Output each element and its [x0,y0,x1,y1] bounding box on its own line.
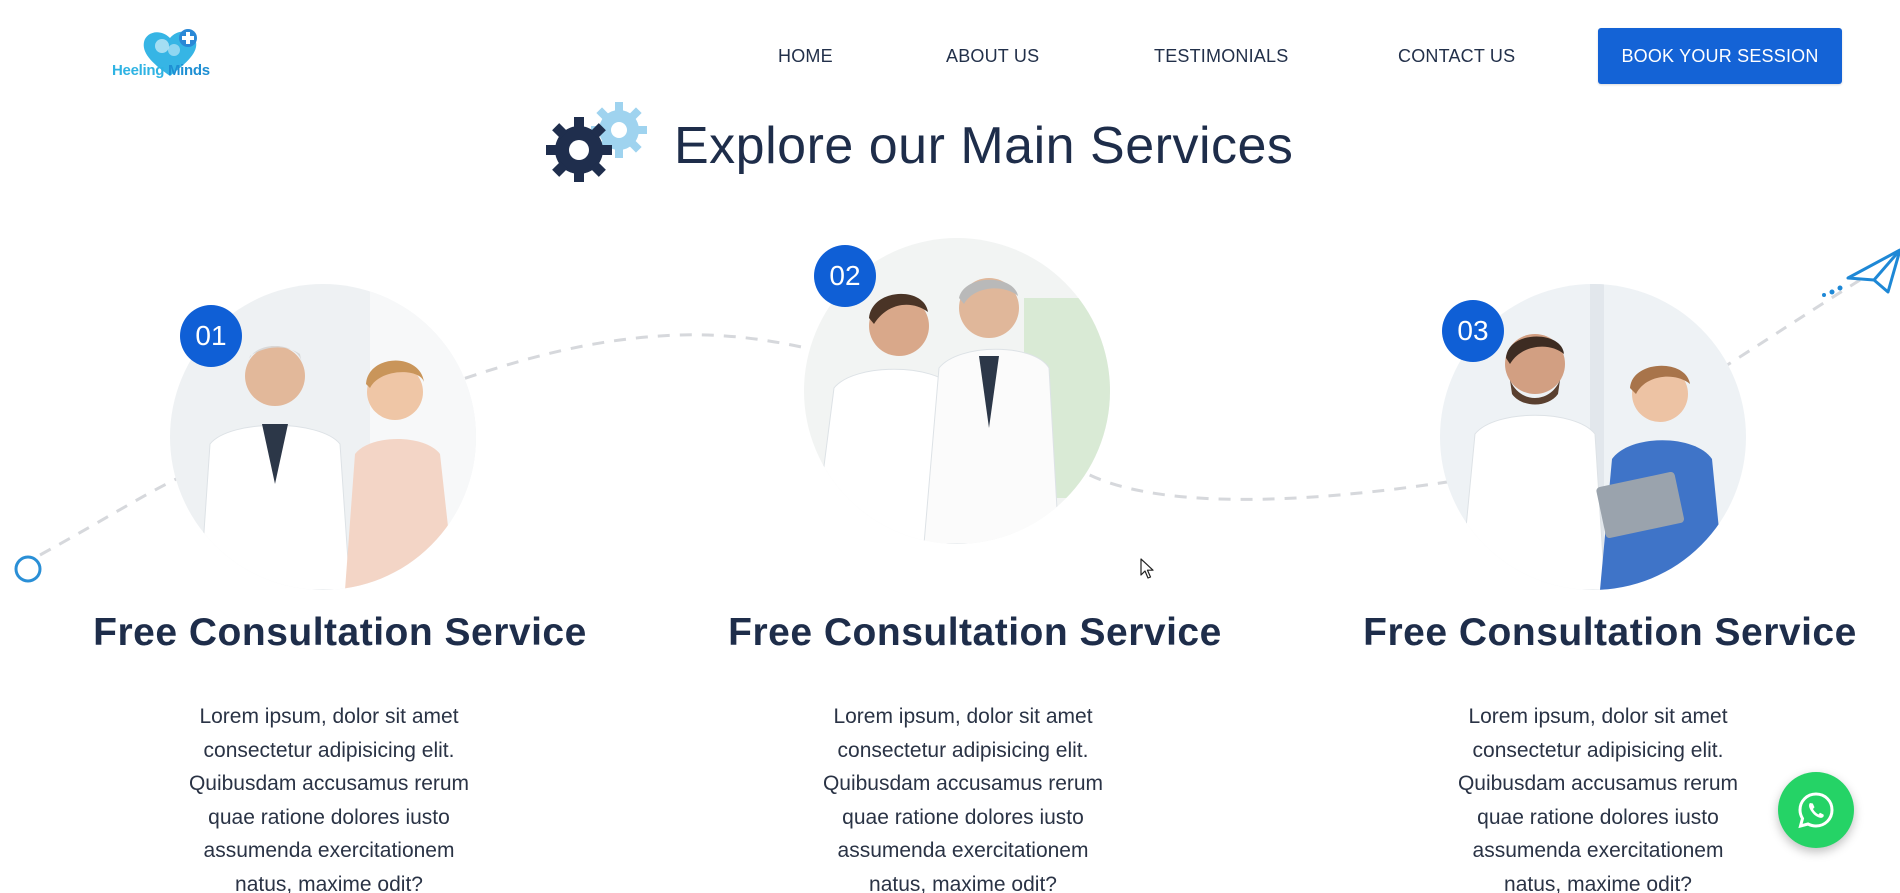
description-line: quae ratione dolores iusto [842,805,1084,829]
description-line: natus, maxime odit? [235,872,423,893]
gears-icon [546,102,647,182]
logo-word-minds: Minds [167,62,210,79]
service-number-badge: 02 [814,245,876,307]
service-title: Free Consultation Service [728,611,1222,654]
service-title: Free Consultation Service [93,611,587,654]
whatsapp-icon [1798,792,1834,829]
book-session-button[interactable]: BOOK YOUR SESSION [1598,28,1842,84]
site-logo[interactable]: Heeling Minds [112,28,224,92]
path-start-circle-icon [14,555,42,583]
description-line: Lorem ipsum, dolor sit amet [1468,705,1728,728]
description-line: Quibusdam accusamus rerum [1457,772,1739,795]
logo-word-heeling: Heeling [112,62,165,79]
description-line: quae ratione dolores iusto [1477,805,1719,829]
paper-plane-icon [1822,248,1900,297]
service-description: Lorem ipsum, dolor sit amet consectetur … [798,700,1128,893]
service-number-badge: 03 [1442,300,1504,362]
nav-testimonials[interactable]: TESTIMONIALS [1154,46,1288,67]
description-line: quae ratione dolores iusto [208,805,450,829]
service-description: Lorem ipsum, dolor sit amet consectetur … [1433,700,1763,893]
nav-about-us[interactable]: ABOUT US [946,46,1039,67]
description-line: natus, maxime odit? [869,872,1057,893]
whatsapp-button[interactable] [1778,772,1854,848]
description-line: consectetur adipisicing elit. [837,738,1089,762]
section-title: Explore our Main Services [674,117,1294,175]
description-line: Lorem ipsum, dolor sit amet [833,705,1093,728]
nav-contact-us[interactable]: CONTACT US [1398,46,1515,67]
description-line: assumenda exercitationem [837,839,1089,862]
mouse-cursor-icon [1140,558,1154,579]
description-line: consectetur adipisicing elit. [1472,738,1724,762]
description-line: natus, maxime odit? [1504,872,1692,893]
description-line: Quibusdam accusamus rerum [188,772,470,795]
service-title: Free Consultation Service [1363,611,1857,654]
service-description: Lorem ipsum, dolor sit amet consectetur … [164,700,494,893]
service-number-badge: 01 [180,305,242,367]
description-line: Lorem ipsum, dolor sit amet [199,705,459,728]
logo-wordmark: Heeling Minds [112,62,210,79]
description-line: consectetur adipisicing elit. [203,738,455,762]
description-line: assumenda exercitationem [1472,839,1724,862]
nav-home[interactable]: HOME [778,46,833,67]
site-header: Heeling Minds HOME ABOUT US TESTIMONIALS… [0,0,1900,100]
description-line: Quibusdam accusamus rerum [822,772,1104,795]
description-line: assumenda exercitationem [203,839,455,862]
